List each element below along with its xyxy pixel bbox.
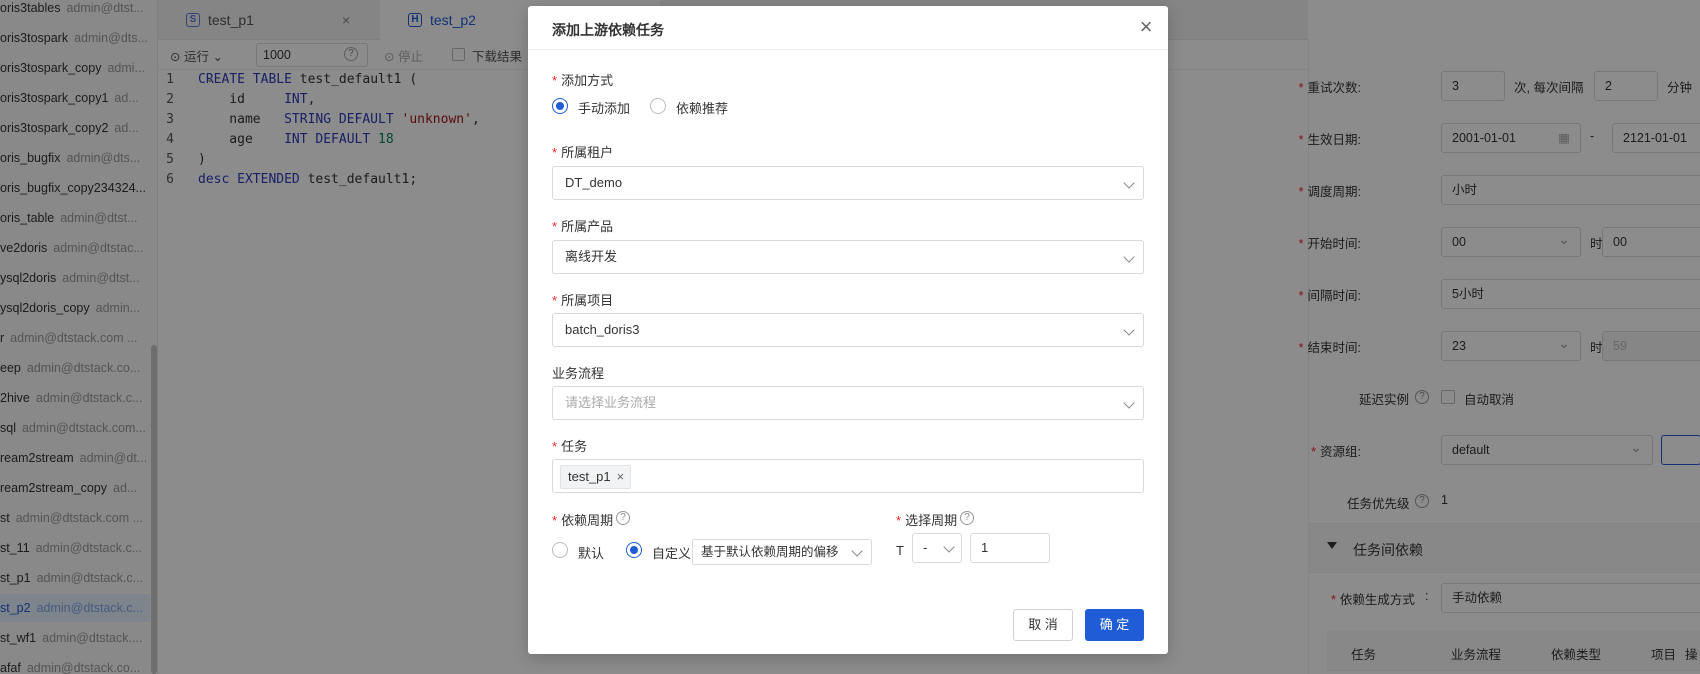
add-upstream-dependency-modal: 添加上游依赖任务 × 添加方式 手动添加 依赖推荐 所属租户 DT_demo 所… [528,6,1168,654]
product-label: 所属产品 [552,216,613,235]
tenant-select[interactable]: DT_demo [552,166,1144,200]
recommend-label: 依赖推荐 [676,101,729,116]
flow-select[interactable]: 请选择业务流程 [552,386,1144,420]
tenant-value: DT_demo [565,175,623,190]
dep-offset-value: 基于默认依赖周期的偏移 [701,545,839,559]
project-label: 所属项目 [552,290,613,309]
dep-default-label: 默认 [578,546,605,561]
dep-custom-label: 自定义 [652,546,692,561]
t-label: T [896,543,904,558]
add-method-label: 添加方式 [552,70,613,89]
chevron-down-icon [851,545,863,557]
sign-select[interactable]: - [912,533,962,563]
tenant-label: 所属租户 [552,142,613,161]
product-select[interactable]: 离线开发 [552,240,1144,274]
task-tag-label: test_p1 [568,469,611,484]
project-value: batch_doris3 [565,322,640,337]
manual-add-label: 手动添加 [578,101,631,116]
task-label: 任务 [552,436,587,455]
chevron-down-icon [1123,177,1135,189]
dep-cycle-label: 依赖周期 [552,510,613,529]
chevron-down-icon [1123,397,1135,409]
product-value: 离线开发 [565,249,618,264]
offset-input[interactable]: 1 [970,533,1050,563]
radio-dep-custom[interactable] [626,542,642,558]
flow-placeholder: 请选择业务流程 [565,395,657,410]
chevron-down-icon [1123,324,1135,336]
chevron-down-icon [1123,251,1135,263]
task-tag: test_p1 × [560,465,632,489]
dep-offset-select[interactable]: 基于默认依赖周期的偏移 [692,539,872,565]
sign-value: - [923,540,928,555]
confirm-button[interactable]: 确 定 [1085,609,1144,641]
flow-label: 业务流程 [552,366,605,381]
modal-title: 添加上游依赖任务 [552,22,664,38]
radio-manual-add[interactable] [552,98,568,114]
project-select[interactable]: batch_doris3 [552,313,1144,347]
task-multiselect[interactable] [552,459,1144,493]
radio-dependency-recommend[interactable] [650,98,666,114]
cancel-button[interactable]: 取 消 [1013,609,1073,641]
modal-header: 添加上游依赖任务 × [528,6,1168,50]
close-icon[interactable]: × [1134,16,1158,40]
chevron-down-icon [943,541,955,553]
choose-cycle-label: 选择周期 [896,510,957,529]
tag-close-icon[interactable]: × [617,469,625,484]
radio-dep-default[interactable] [552,542,568,558]
help-icon[interactable]: ? [960,511,974,525]
help-icon[interactable]: ? [616,511,630,525]
